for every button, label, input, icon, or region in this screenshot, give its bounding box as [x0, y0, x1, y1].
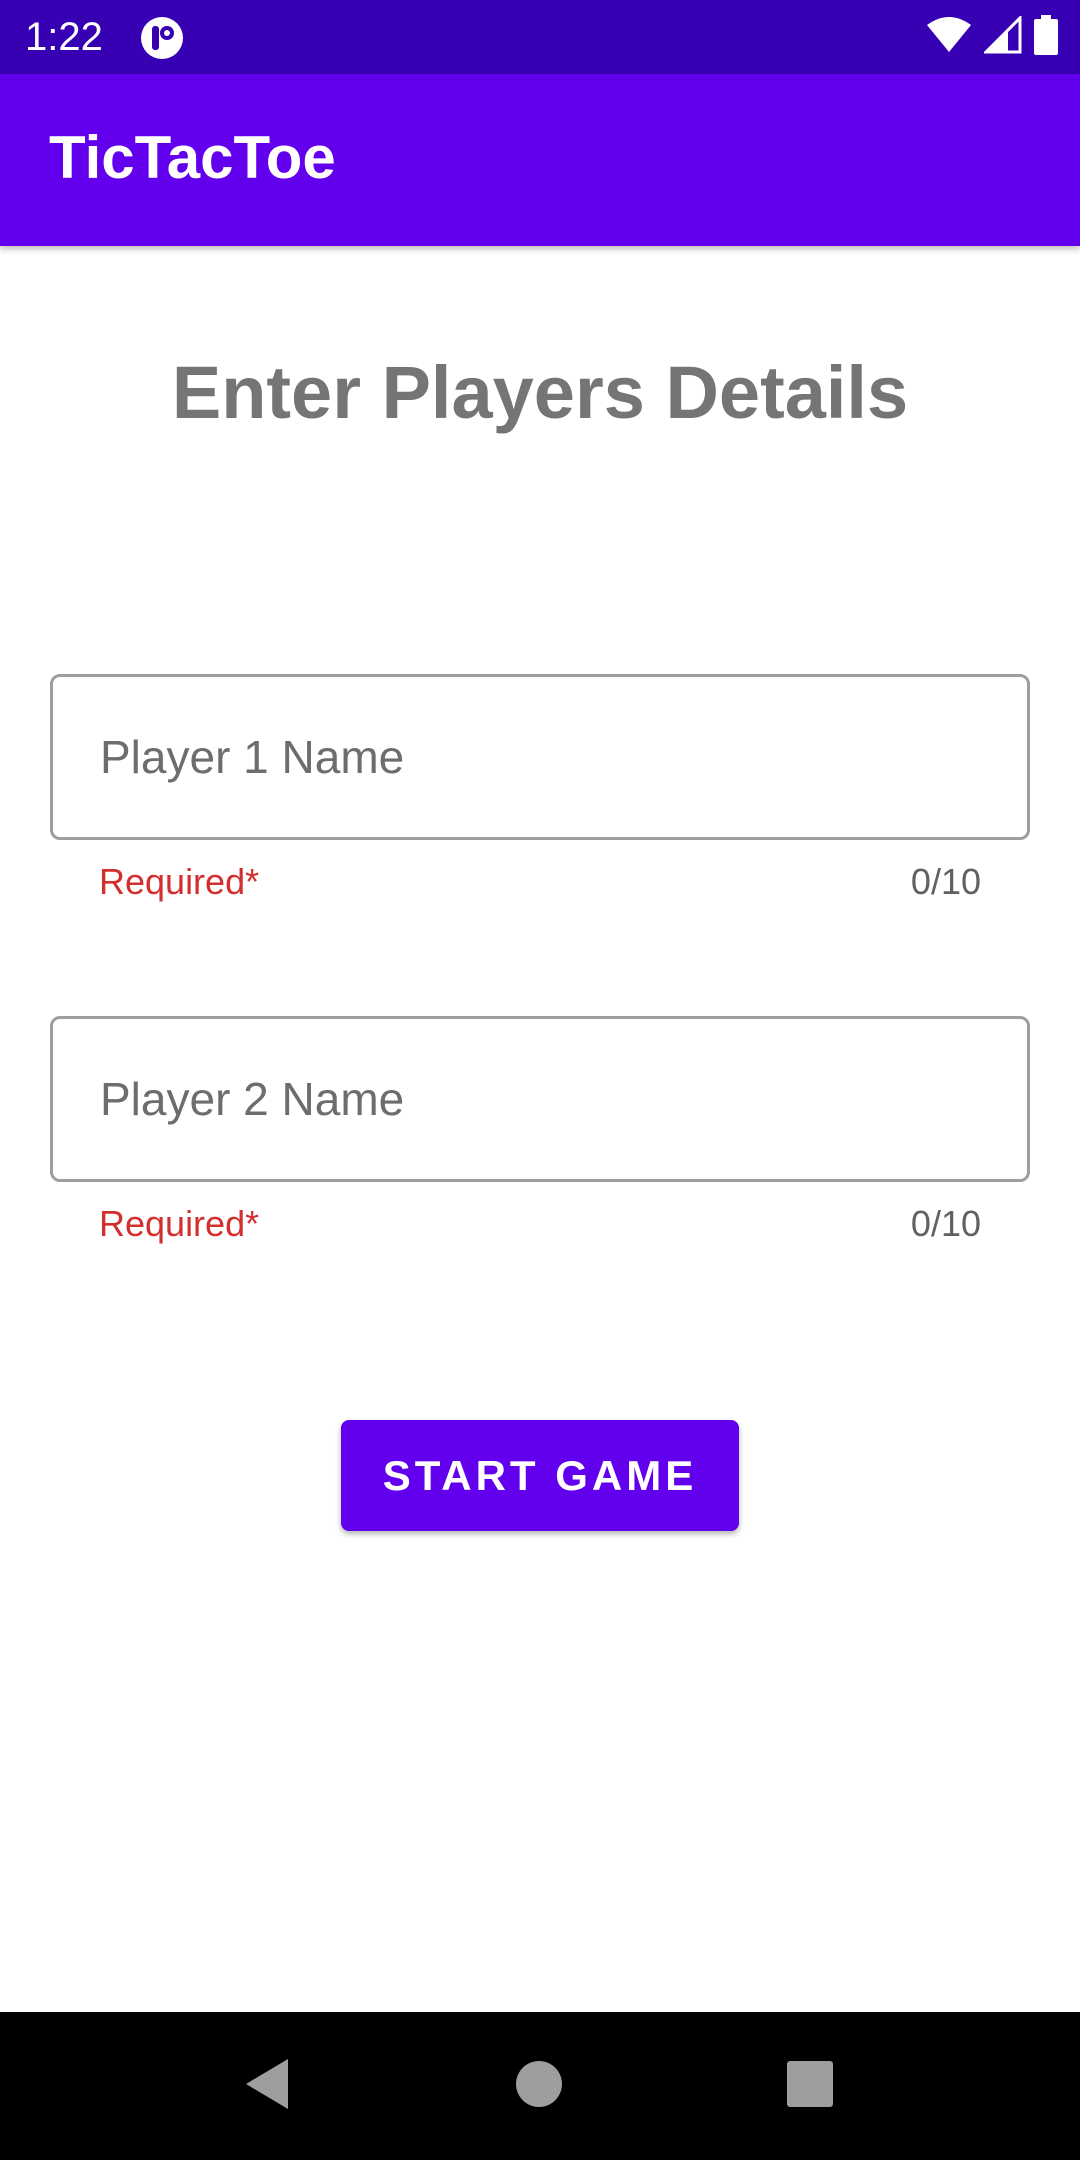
navigation-bar [0, 2012, 1080, 2160]
status-time: 1:22 [25, 15, 103, 59]
player2-helper-text: Required* [99, 1203, 260, 1244]
player1-helper-text: Required* [99, 861, 260, 902]
status-bar: 1:22 [0, 0, 1080, 74]
screen: 1:22 TicTacToe Enter Players Details Pla… [0, 0, 1080, 2160]
back-button[interactable] [227, 2046, 307, 2126]
battery-icon [1034, 14, 1058, 60]
page-title: Enter Players Details [171, 351, 909, 434]
player2-name-field[interactable] [50, 1016, 1030, 1182]
recents-icon [786, 2060, 834, 2113]
app-bar: TicTacToe [0, 74, 1080, 246]
recents-button[interactable] [770, 2046, 850, 2126]
home-button[interactable] [499, 2046, 579, 2126]
app-notification-icon [140, 16, 184, 60]
player1-char-counter: 0/10 [910, 861, 981, 902]
status-icons [926, 13, 1058, 60]
wifi-icon [926, 16, 972, 58]
start-game-button[interactable]: START GAME [341, 1420, 739, 1531]
player2-char-counter: 0/10 [910, 1203, 981, 1244]
cell-signal-icon [982, 13, 1022, 59]
player2-name-input[interactable] [100, 1019, 980, 1179]
home-icon [515, 2060, 563, 2113]
back-icon [242, 2057, 292, 2116]
player1-name-field[interactable] [50, 674, 1030, 840]
app-title: TicTacToe [49, 124, 336, 191]
player1-name-input[interactable] [100, 677, 980, 837]
